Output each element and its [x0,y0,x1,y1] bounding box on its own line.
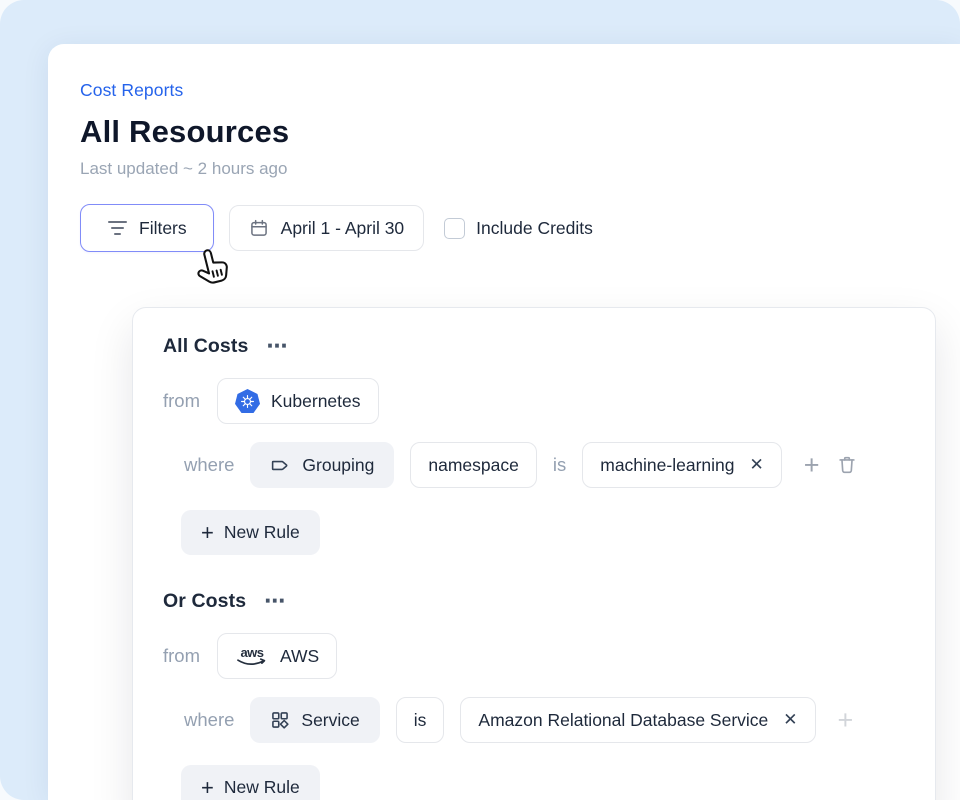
key-label: namespace [428,455,518,476]
value-chip-rds[interactable]: Amazon Relational Database Service ✕ [460,697,815,743]
new-rule-button[interactable]: + New Rule [181,765,320,800]
group-menu-icon[interactable]: ⋯ [266,342,288,352]
breadcrumb[interactable]: Cost Reports [80,80,960,101]
report-card: Cost Reports All Resources Last updated … [48,44,960,800]
value-label: machine-learning [600,455,734,476]
from-label: from [163,390,200,412]
date-range-button[interactable]: April 1 - April 30 [229,205,425,251]
new-rule-button[interactable]: + New Rule [181,510,320,555]
filter-group-or-costs: Or Costs ⋯ from aws AWS wher [163,590,905,800]
value-label: Amazon Relational Database Service [478,710,768,731]
plus-icon: + [201,775,214,800]
kubernetes-icon [235,389,260,413]
toolbar: Filters April 1 - April 30 Include Credi… [80,204,960,252]
dimension-chip-grouping[interactable]: Grouping [250,442,394,488]
filter-group-all-costs: All Costs ⋯ from Kubernetes where [163,335,905,555]
provider-label: Kubernetes [271,391,361,412]
provider-chip-kubernetes[interactable]: Kubernetes [217,378,379,424]
trash-icon[interactable] [836,454,858,476]
new-rule-label: New Rule [224,777,300,798]
tag-icon [270,455,291,476]
add-value-icon[interactable]: + [804,452,820,479]
filters-panel: All Costs ⋯ from Kubernetes where [132,307,936,800]
close-icon[interactable]: ✕ [750,455,764,475]
operator-chip-is[interactable]: is [396,697,445,743]
from-label: from [163,645,200,667]
add-value-icon[interactable]: + [838,707,854,734]
key-chip-namespace[interactable]: namespace [410,442,536,488]
close-icon[interactable]: ✕ [783,710,797,730]
filters-button[interactable]: Filters [80,204,214,252]
include-credits-label: Include Credits [476,218,593,239]
dimension-label: Service [301,710,359,731]
operator-label: is [553,454,566,476]
include-credits-checkbox[interactable] [444,218,465,239]
group-menu-icon[interactable]: ⋯ [264,597,286,607]
value-chip-machine-learning[interactable]: machine-learning ✕ [582,442,782,488]
filter-icon [107,221,127,236]
provider-chip-aws[interactable]: aws AWS [217,633,337,679]
page-title: All Resources [80,114,960,150]
aws-icon: aws [235,647,269,667]
plus-icon: + [201,520,214,546]
operator-label: is [414,710,427,731]
dimension-chip-service[interactable]: Service [250,697,379,743]
provider-label: AWS [280,646,319,667]
last-updated-text: Last updated ~ 2 hours ago [80,159,960,179]
dimension-label: Grouping [302,455,374,476]
where-label: where [184,454,234,476]
category-grid-icon [270,710,290,730]
group-title: All Costs [163,335,248,358]
filters-button-label: Filters [139,218,187,239]
include-credits-toggle[interactable]: Include Credits [444,218,593,239]
group-title: Or Costs [163,590,246,613]
new-rule-label: New Rule [224,522,300,543]
where-label: where [184,709,234,731]
date-range-label: April 1 - April 30 [281,218,405,239]
calendar-icon [249,218,269,238]
